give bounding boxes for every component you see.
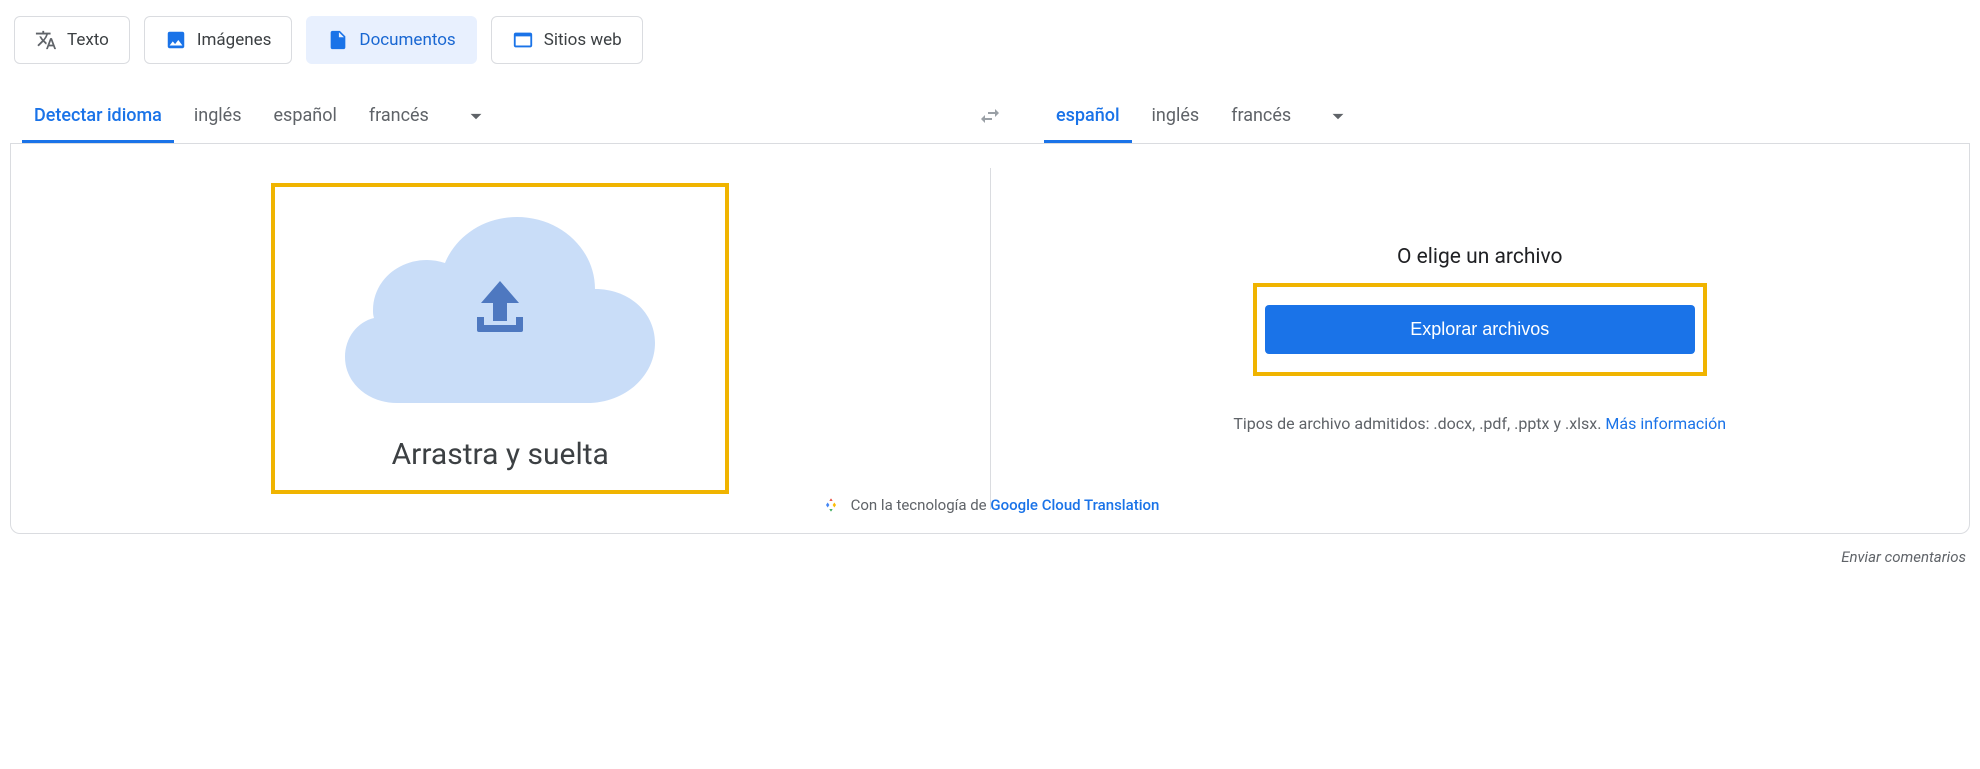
- tab-text[interactable]: Texto: [14, 16, 130, 64]
- choose-file-area: O elige un archivo Explorar archivos Tip…: [991, 144, 1970, 533]
- source-lang-fr[interactable]: francés: [357, 91, 441, 143]
- drop-highlight: Arrastra y suelta: [271, 183, 729, 494]
- choose-file-label: O elige un archivo: [1397, 245, 1563, 269]
- target-languages: español inglés francés: [1044, 91, 1365, 143]
- tab-text-label: Texto: [67, 30, 109, 50]
- target-lang-fr[interactable]: francés: [1219, 91, 1303, 143]
- source-languages: Detectar idioma inglés español francés: [10, 91, 503, 143]
- source-lang-more[interactable]: [449, 93, 503, 143]
- image-icon: [165, 29, 187, 51]
- chevron-down-icon: [463, 103, 489, 133]
- target-lang-more[interactable]: [1311, 93, 1365, 143]
- send-feedback-link[interactable]: Enviar comentarios: [10, 534, 1970, 566]
- powered-by: Con la tecnología de Google Cloud Transl…: [11, 477, 1969, 533]
- more-info-link[interactable]: Más información: [1605, 414, 1726, 433]
- tab-images[interactable]: Imágenes: [144, 16, 293, 64]
- mode-tabs: Texto Imágenes Documentos Sitios web: [10, 16, 1970, 64]
- source-lang-detect[interactable]: Detectar idioma: [22, 91, 174, 143]
- tab-websites-label: Sitios web: [544, 30, 622, 50]
- document-icon: [327, 29, 349, 51]
- cloud-translation-link[interactable]: Google Cloud Translation: [990, 496, 1159, 514]
- powered-by-text: Con la tecnología de: [851, 496, 991, 514]
- browse-highlight: Explorar archivos: [1253, 283, 1707, 376]
- source-lang-es[interactable]: español: [262, 91, 349, 143]
- supported-types: Tipos de archivo admitidos: .docx, .pdf,…: [1233, 414, 1726, 433]
- swap-languages-button[interactable]: [969, 95, 1011, 137]
- website-icon: [512, 29, 534, 51]
- google-cloud-icon: [821, 495, 841, 515]
- supported-types-text: Tipos de archivo admitidos: .docx, .pdf,…: [1233, 414, 1605, 433]
- language-bar: Detectar idioma inglés español francés e…: [10, 90, 1970, 144]
- tab-images-label: Imágenes: [197, 30, 272, 50]
- target-lang-en[interactable]: inglés: [1140, 91, 1212, 143]
- chevron-down-icon: [1325, 103, 1351, 133]
- source-lang-en[interactable]: inglés: [182, 91, 254, 143]
- drop-zone[interactable]: Arrastra y suelta: [11, 144, 990, 533]
- target-lang-es[interactable]: español: [1044, 91, 1132, 143]
- cloud-upload-icon: [345, 199, 655, 413]
- tab-documents[interactable]: Documentos: [306, 16, 476, 64]
- drop-label: Arrastra y suelta: [392, 437, 609, 472]
- upload-panel: Arrastra y suelta O elige un archivo Exp…: [10, 144, 1970, 534]
- browse-files-button[interactable]: Explorar archivos: [1265, 305, 1695, 354]
- tab-documents-label: Documentos: [359, 30, 455, 50]
- translate-icon: [35, 29, 57, 51]
- tab-websites[interactable]: Sitios web: [491, 16, 643, 64]
